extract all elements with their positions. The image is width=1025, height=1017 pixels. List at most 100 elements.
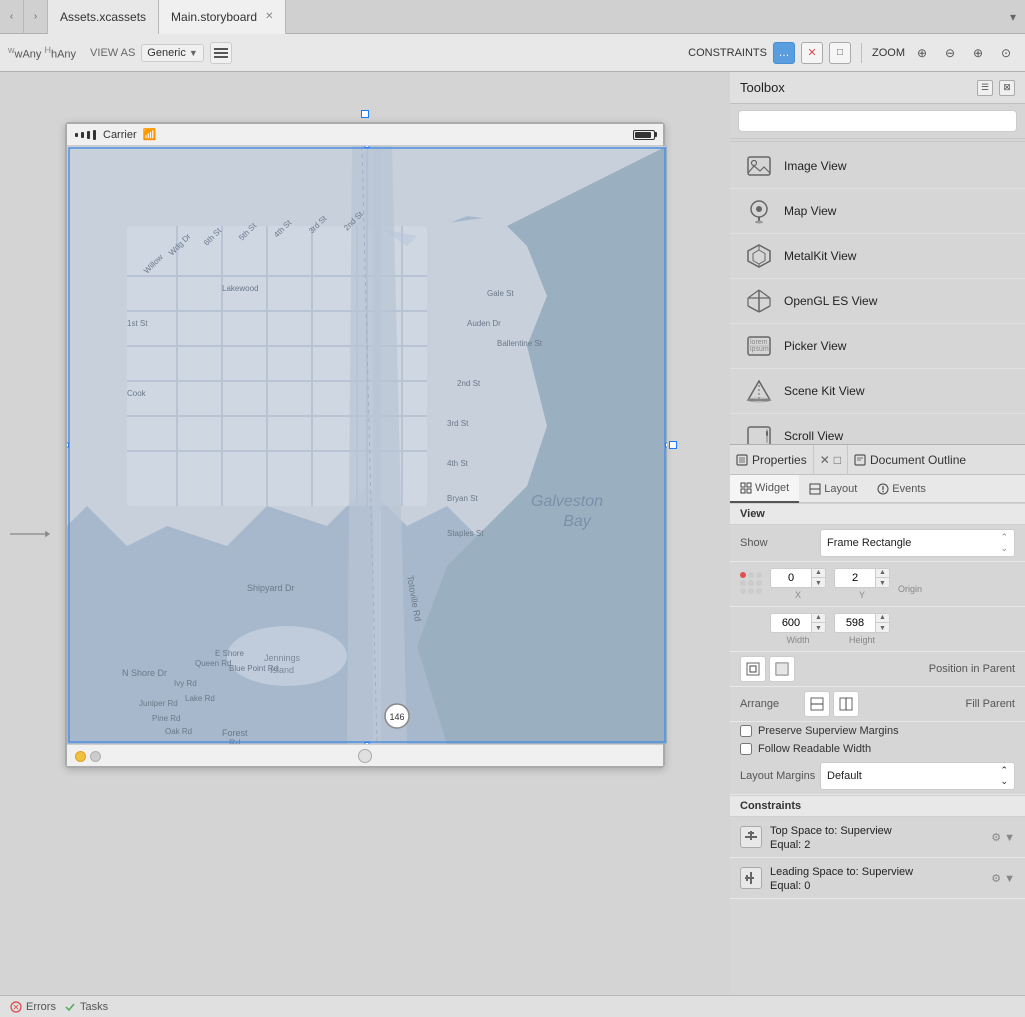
metalkit-view-icon xyxy=(744,241,774,271)
height-field[interactable]: ▲ ▼ xyxy=(834,613,890,633)
show-select[interactable]: Frame Rectangle ⌃⌄ xyxy=(820,529,1015,557)
x-step-down[interactable]: ▼ xyxy=(811,578,825,588)
constraint-1-gear[interactable]: ⚙ ▼ xyxy=(991,831,1015,844)
map-view[interactable]: Galveston Bay Jennings Island Willow Wdg… xyxy=(67,146,667,744)
toolbox-search-input[interactable] xyxy=(738,110,1017,132)
toolbox-grid-btn[interactable]: ⊠ xyxy=(999,80,1015,96)
arrange-distribute-btn[interactable] xyxy=(833,691,859,717)
y-step-down[interactable]: ▼ xyxy=(875,578,889,588)
tab-prev-btn[interactable]: ‹ xyxy=(0,0,24,34)
view-as-select[interactable]: Generic ▼ xyxy=(141,44,203,62)
tab-events[interactable]: Events xyxy=(867,475,936,503)
x-step-up[interactable]: ▲ xyxy=(811,568,825,578)
toolbox-item-opengl[interactable]: OpenGL ES View xyxy=(730,279,1025,324)
origin-row: ▲ ▼ X ▲ ▼ xyxy=(730,562,1025,607)
y-field[interactable]: ▲ ▼ xyxy=(834,568,890,588)
tab-main-storyboard[interactable]: Main.storyboard ✕ xyxy=(159,0,286,34)
doc-outline-tab[interactable]: Document Outline xyxy=(847,445,972,475)
svg-text:Lake Rd: Lake Rd xyxy=(185,694,215,703)
zoom-fit-btn[interactable]: ⊕ xyxy=(911,42,933,64)
preserve-margins-checkbox[interactable] xyxy=(740,725,752,737)
width-step-down[interactable]: ▼ xyxy=(811,623,825,633)
toolbox-item-picker-view[interactable]: lorem ipsum Picker View xyxy=(730,324,1025,369)
toolbox-label-map-view: Map View xyxy=(784,204,836,218)
resize-handle-right[interactable]: ⟺⟺ xyxy=(669,441,677,449)
tab-assets[interactable]: Assets.xcassets xyxy=(48,0,159,34)
wh-row: ▲ ▼ Width ▲ ▼ xyxy=(730,607,1025,652)
canvas-area[interactable]: ⟺⟺ Carrier 📶 xyxy=(0,72,730,995)
width-field[interactable]: ▲ ▼ xyxy=(770,613,826,633)
constraint-add-btn[interactable]: … xyxy=(773,42,795,64)
y-field-group: ▲ ▼ Y xyxy=(834,568,890,600)
constraint-square-btn[interactable]: □ xyxy=(829,42,851,64)
toolbar-divider xyxy=(861,43,862,63)
constraint-1-icon xyxy=(740,826,762,848)
fill-parent-btn[interactable] xyxy=(769,656,795,682)
home-button[interactable] xyxy=(358,749,372,763)
x-input[interactable] xyxy=(771,568,811,588)
arrange-label: Arrange xyxy=(740,698,800,710)
view-toggle-btn[interactable] xyxy=(210,42,232,64)
y-step-up[interactable]: ▲ xyxy=(875,568,889,578)
view-as-label: VIEW AS xyxy=(90,47,135,59)
tab-menu-btn[interactable]: ▾ xyxy=(1001,0,1025,34)
x-stepper[interactable]: ▲ ▼ xyxy=(811,568,825,588)
follow-readable-row: Follow Readable Width xyxy=(730,740,1025,758)
show-row: Show Frame Rectangle ⌃⌄ xyxy=(730,525,1025,562)
layout-margins-select[interactable]: Default ⌃⌄ xyxy=(820,762,1015,790)
edge-handle-bottom[interactable] xyxy=(365,742,370,744)
height-input[interactable] xyxy=(835,613,875,633)
width-step-up[interactable]: ▲ xyxy=(811,613,825,623)
toolbox-label-metalkit: MetalKit View xyxy=(784,249,856,263)
edge-handle-top[interactable] xyxy=(365,146,370,148)
corner-handle-br[interactable] xyxy=(662,739,667,744)
toolbox-label-scenekit: Scene Kit View xyxy=(784,384,865,398)
scenekit-view-icon xyxy=(744,376,774,406)
constraint-2-text: Leading Space to: Superview Equal: 0 xyxy=(770,864,983,892)
tab-layout[interactable]: Layout xyxy=(799,475,867,503)
svg-text:Gale St: Gale St xyxy=(487,289,514,298)
height-stepper[interactable]: ▲ ▼ xyxy=(875,613,889,633)
follow-readable-checkbox[interactable] xyxy=(740,743,752,755)
y-input[interactable] xyxy=(835,568,875,588)
tab-close-btn[interactable]: ✕ xyxy=(265,11,273,22)
props-close-btn[interactable]: ✕ □ xyxy=(814,445,847,475)
svg-text:Oak Rd: Oak Rd xyxy=(165,727,192,736)
toolbox-item-image-view[interactable]: Image View xyxy=(730,144,1025,189)
edge-handle-left[interactable] xyxy=(67,443,69,448)
toolbox-item-map-view[interactable]: Map View xyxy=(730,189,1025,234)
constraint-remove-btn[interactable]: ✕ xyxy=(801,42,823,64)
constraint-1-to: Superview xyxy=(840,825,891,837)
height-step-up[interactable]: ▲ xyxy=(875,613,889,623)
constraint-2-gear[interactable]: ⚙ ▼ xyxy=(991,872,1015,885)
corner-handle-tr[interactable] xyxy=(662,146,667,151)
errors-btn[interactable]: ✕ Errors xyxy=(10,1001,56,1013)
corner-handle-bl[interactable] xyxy=(67,739,72,744)
tasks-btn[interactable]: Tasks xyxy=(64,1001,108,1013)
width-stepper[interactable]: ▲ ▼ xyxy=(811,613,825,633)
y-stepper[interactable]: ▲ ▼ xyxy=(875,568,889,588)
width-input[interactable] xyxy=(771,613,811,633)
constraint-2-title: Leading Space to: Superview xyxy=(770,866,913,878)
center-in-parent-btn[interactable] xyxy=(740,656,766,682)
arrange-align-btn[interactable] xyxy=(804,691,830,717)
toolbox-item-scroll-view[interactable]: Scroll View xyxy=(730,414,1025,444)
anchor-grid[interactable] xyxy=(740,572,762,594)
tab-widget[interactable]: Widget xyxy=(730,475,799,503)
x-field[interactable]: ▲ ▼ xyxy=(770,568,826,588)
scroll-indicator xyxy=(10,527,50,541)
corner-handle-tl[interactable] xyxy=(67,146,72,151)
toolbox-item-metalkit-view[interactable]: MetalKit View xyxy=(730,234,1025,279)
toolbox-list-btn[interactable]: ☰ xyxy=(977,80,993,96)
height-step-down[interactable]: ▼ xyxy=(875,623,889,633)
zoom-reset-btn[interactable]: ⊙ xyxy=(995,42,1017,64)
errors-icon: ✕ xyxy=(10,1001,22,1013)
toolbox-item-scenekit[interactable]: Scene Kit View xyxy=(730,369,1025,414)
height-label: Height xyxy=(849,635,875,645)
zoom-in-btn[interactable]: ⊕ xyxy=(967,42,989,64)
tab-next-btn[interactable]: › xyxy=(24,0,48,34)
resize-handle-top[interactable] xyxy=(361,110,369,118)
edge-handle-right[interactable] xyxy=(665,443,667,448)
constraint-1-title: Top Space to: Superview xyxy=(770,825,892,837)
zoom-out-btn[interactable]: ⊖ xyxy=(939,42,961,64)
